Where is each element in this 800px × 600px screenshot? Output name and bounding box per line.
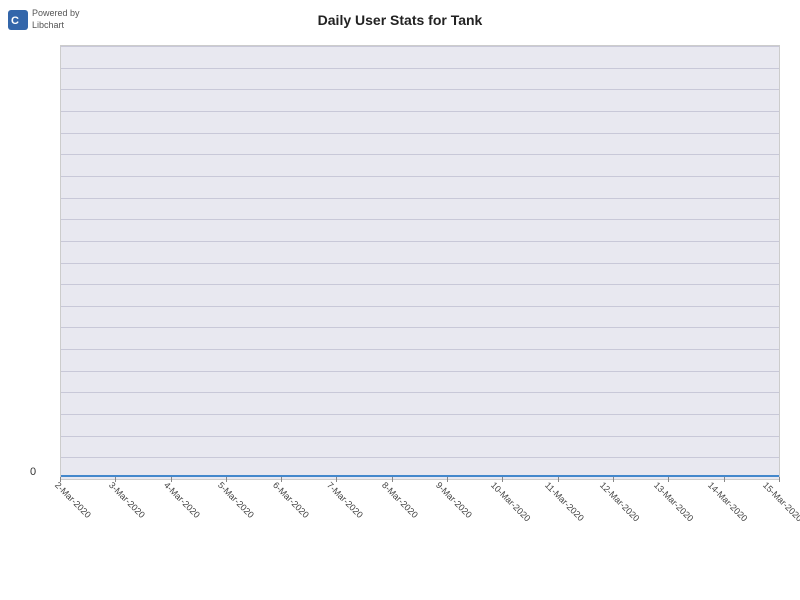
x-axis: 2-Mar-20203-Mar-20204-Mar-20205-Mar-2020… xyxy=(60,480,780,590)
x-axis-label: 2-Mar-2020 xyxy=(53,480,69,496)
y-axis-zero-label: 0 xyxy=(30,466,36,478)
x-axis-label: 4-Mar-2020 xyxy=(162,480,178,496)
x-axis-label: 8-Mar-2020 xyxy=(380,480,396,496)
chart-area xyxy=(60,45,780,480)
grid-lines xyxy=(61,46,779,479)
grid-line xyxy=(61,219,779,220)
grid-line xyxy=(61,68,779,69)
grid-line xyxy=(61,284,779,285)
x-axis-label: 7-Mar-2020 xyxy=(325,480,341,496)
x-axis-label: 12-Mar-2020 xyxy=(597,480,613,496)
grid-line xyxy=(61,198,779,199)
chart-title: Daily User Stats for Tank xyxy=(0,12,800,28)
grid-line xyxy=(61,154,779,155)
grid-line xyxy=(61,436,779,437)
grid-line xyxy=(61,176,779,177)
x-axis-label: 9-Mar-2020 xyxy=(434,480,450,496)
grid-line xyxy=(61,349,779,350)
x-axis-label: 5-Mar-2020 xyxy=(216,480,232,496)
grid-line xyxy=(61,46,779,47)
x-axis-label: 10-Mar-2020 xyxy=(489,480,505,496)
x-axis-label: 3-Mar-2020 xyxy=(107,480,123,496)
grid-line xyxy=(61,327,779,328)
grid-line xyxy=(61,133,779,134)
grid-line xyxy=(61,111,779,112)
x-axis-label: 11-Mar-2020 xyxy=(543,480,559,496)
grid-line xyxy=(61,306,779,307)
grid-line xyxy=(61,392,779,393)
x-axis-label: 14-Mar-2020 xyxy=(706,480,722,496)
grid-line xyxy=(61,89,779,90)
chart-container: C Powered by Libchart Daily User Stats f… xyxy=(0,0,800,600)
grid-line xyxy=(61,414,779,415)
grid-line xyxy=(61,263,779,264)
x-axis-label: 6-Mar-2020 xyxy=(271,480,287,496)
x-axis-label: 15-Mar-2020 xyxy=(761,480,777,496)
grid-line xyxy=(61,371,779,372)
x-axis-label: 13-Mar-2020 xyxy=(652,480,668,496)
grid-line xyxy=(61,457,779,458)
grid-line xyxy=(61,241,779,242)
